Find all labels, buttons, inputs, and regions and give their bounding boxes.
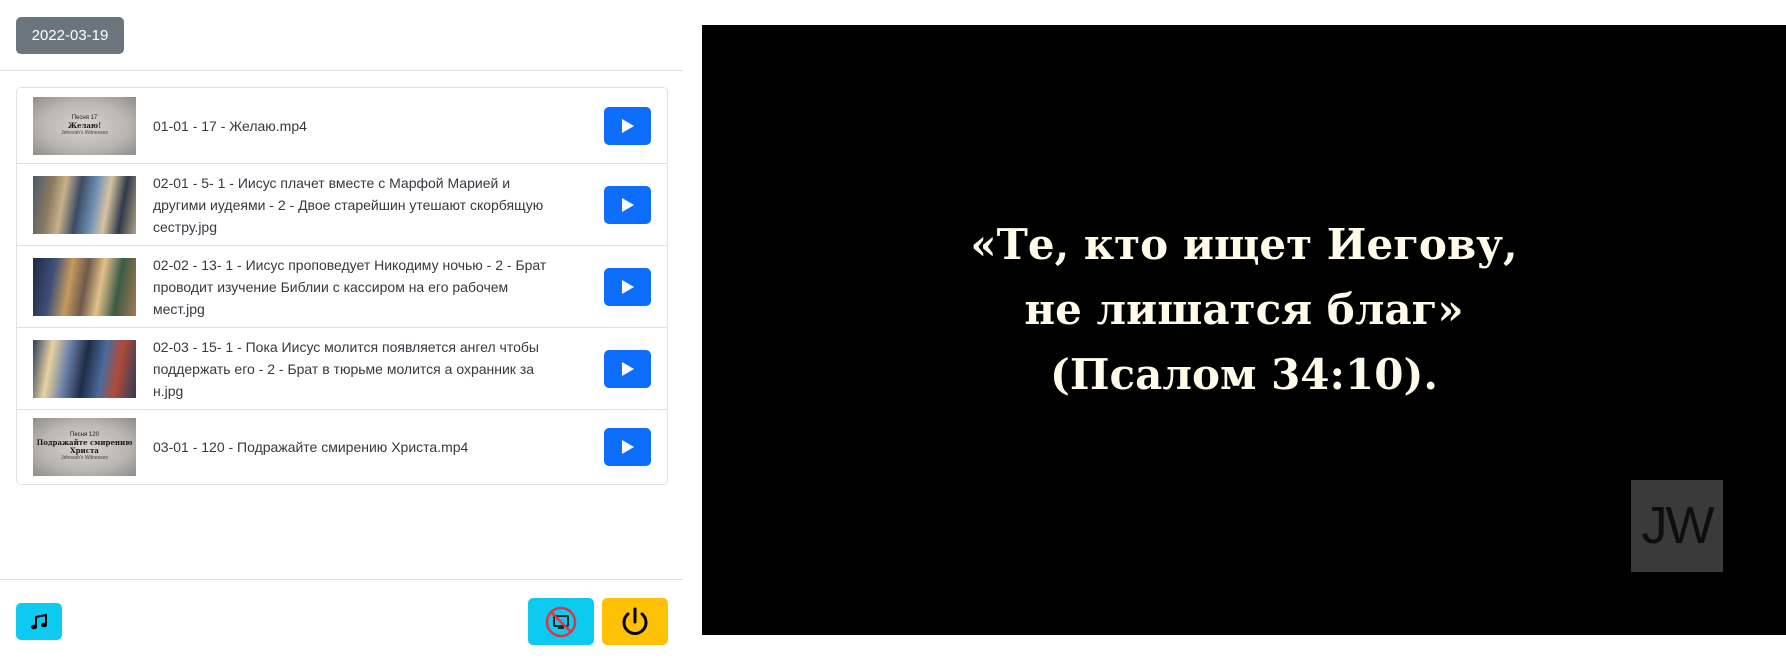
scripture-reference: (Псалом 34:10).	[1050, 349, 1438, 399]
play-button[interactable]	[604, 267, 651, 306]
media-thumbnail	[33, 175, 136, 234]
media-thumbnail	[33, 339, 136, 398]
toggle-media-window-button[interactable]	[528, 598, 594, 645]
jw-logo: JW	[1631, 480, 1723, 572]
media-item[interactable]: Песня 17 Желаю! Jehovah's Witnesses 01-0…	[17, 88, 667, 163]
play-icon	[621, 197, 634, 212]
thumb-song-title: Подражайте смирению Христа	[36, 438, 133, 455]
date-badge[interactable]: 2022-03-19	[16, 17, 124, 54]
scripture-line: не лишатся благ»	[1024, 284, 1464, 334]
media-item[interactable]: Песня 120 Подражайте смирению Христа Jeh…	[17, 409, 667, 484]
media-filename: 03-01 - 120 - Подражайте смирению Христа…	[153, 439, 469, 455]
media-list: Песня 17 Желаю! Jehovah's Witnesses 01-0…	[16, 87, 668, 485]
background-music-button[interactable]	[16, 603, 62, 640]
play-button[interactable]	[604, 428, 651, 466]
media-item[interactable]: 02-03 - 15- 1 - Пока Иисус молится появл…	[17, 327, 667, 409]
power-icon	[622, 607, 648, 635]
thumb-song-title: Желаю!	[67, 120, 102, 130]
media-filename: 02-02 - 13- 1 - Иисус проповедует Никоди…	[153, 256, 547, 317]
play-button[interactable]	[604, 349, 651, 388]
power-button[interactable]	[602, 598, 668, 645]
media-thumbnail: Песня 120 Подражайте смирению Христа Jeh…	[33, 418, 136, 476]
play-icon	[621, 361, 634, 376]
media-preview: «Те, кто ищет Иегову, не лишатся благ» (…	[702, 25, 1786, 635]
thumb-publisher: Jehovah's Witnesses	[61, 129, 108, 136]
footer-toolbar	[0, 579, 683, 661]
media-thumbnail	[33, 257, 136, 316]
music-note-icon	[31, 613, 47, 629]
media-filename: 02-01 - 5- 1 - Иисус плачет вместе с Мар…	[153, 174, 544, 235]
media-filename: 02-03 - 15- 1 - Пока Иисус молится появл…	[153, 338, 539, 399]
media-item[interactable]: 02-02 - 13- 1 - Иисус проповедует Никоди…	[17, 245, 667, 327]
play-icon	[621, 440, 634, 454]
play-icon	[621, 118, 634, 133]
media-filename: 01-01 - 17 - Желаю.mp4	[153, 117, 307, 134]
play-button[interactable]	[604, 106, 651, 145]
screen-off-icon	[545, 606, 577, 637]
play-button[interactable]	[604, 185, 651, 224]
media-thumbnail: Песня 17 Желаю! Jehovah's Witnesses	[33, 96, 136, 155]
app-window: 2022-03-19 Песня 17 Желаю! Jehovah's Wit…	[0, 0, 1786, 661]
scripture-line: «Те, кто ищет Иегову,	[970, 219, 1518, 269]
scripture-text: «Те, кто ищет Иегову, не лишатся благ» (…	[702, 25, 1786, 635]
media-item[interactable]: 02-01 - 5- 1 - Иисус плачет вместе с Мар…	[17, 163, 667, 245]
date-header: 2022-03-19	[0, 0, 683, 71]
thumb-publisher: Jehovah's Witnesses	[61, 455, 108, 461]
media-control-panel: 2022-03-19 Песня 17 Желаю! Jehovah's Wit…	[0, 0, 683, 661]
play-icon	[621, 279, 634, 294]
